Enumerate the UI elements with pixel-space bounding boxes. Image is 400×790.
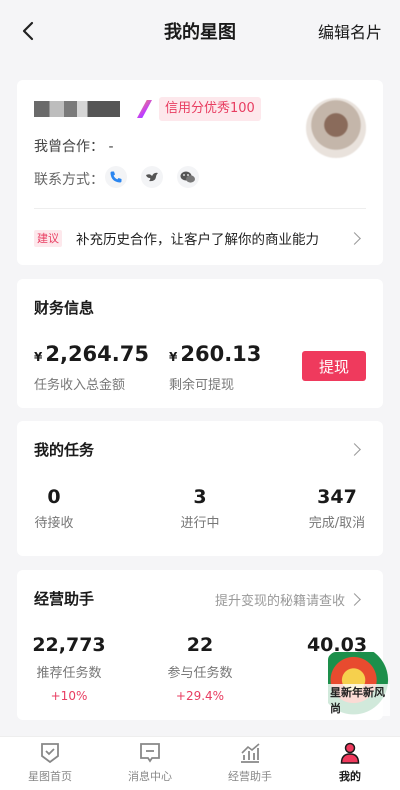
phone-icon[interactable] [105, 166, 127, 188]
tab-label: 星图首页 [28, 770, 72, 783]
stat-label: 完成/取消 [308, 516, 366, 531]
chevron-right-icon [348, 232, 361, 245]
stat-value: 3 [193, 486, 207, 508]
bottom-tab-bar: 星图首页 消息中心 经营助手 我的 [0, 736, 400, 790]
stat-value: 347 [317, 486, 357, 508]
task-stat-pending[interactable]: 0 待接收 [0, 486, 114, 531]
stat-label: 待接收 [34, 516, 74, 531]
currency-symbol: ¥ [34, 350, 43, 364]
tab-me[interactable]: 我的 [300, 741, 400, 784]
stat-change: +29.4% [175, 689, 225, 703]
shield-check-icon [41, 743, 59, 764]
tab-messages[interactable]: 消息中心 [100, 741, 200, 784]
blurred-username [34, 101, 120, 117]
contact-label: 联系方式： [34, 172, 104, 188]
business-hint-link[interactable]: 提升变现的秘籍请查收 [215, 590, 345, 609]
promo-badge-text: 星新年新风尚 [328, 684, 390, 716]
credit-score-badge[interactable]: 信用分优秀100 [159, 97, 261, 121]
tab-home[interactable]: 星图首页 [0, 741, 100, 784]
tab-label: 消息中心 [128, 770, 172, 783]
suggestion-tag: 建议 [34, 230, 62, 247]
message-icon [140, 743, 160, 763]
bird-icon[interactable] [141, 166, 163, 188]
tasks-title: 我的任务 [34, 441, 95, 459]
stat-value: 22 [186, 634, 214, 656]
biz-stat-recommended[interactable]: 22,773 推荐任务数 +10% [9, 634, 129, 703]
stat-change: +10% [50, 689, 88, 703]
remaining-label: 剩余可提现 [169, 378, 235, 393]
withdraw-button[interactable]: 提现 [302, 351, 366, 381]
stat-value: 0 [47, 486, 61, 508]
stat-value: 22,773 [32, 634, 106, 656]
top-bar: 我的星图 编辑名片 [0, 0, 400, 62]
total-income-value: ¥2,264.75 [34, 342, 149, 366]
stat-label: 进行中 [180, 516, 220, 531]
business-title: 经营助手 [34, 590, 95, 608]
biz-stat-participated[interactable]: 22 参与任务数 +29.4% [140, 634, 260, 703]
stat-label: 参与任务数 [167, 666, 233, 681]
tab-business[interactable]: 经营助手 [200, 741, 300, 784]
profile-card: 信用分优秀100 我曾合作： - 联系方式： 建议 补充历史合作，让客户了解你的… [17, 80, 383, 265]
tab-label: 经营助手 [228, 770, 272, 783]
stat-label: 推荐任务数 [36, 666, 102, 681]
task-stat-completed[interactable]: 347 完成/取消 [277, 486, 397, 531]
edit-card-button[interactable]: 编辑名片 [318, 19, 382, 43]
verified-icon [137, 100, 152, 118]
finance-card: 财务信息 ¥2,264.75 任务收入总金额 ¥260.13 剩余可提现 提现 [17, 279, 383, 408]
tab-label: 我的 [339, 770, 361, 783]
cooperation-label: 我曾合作： [34, 139, 104, 155]
suggestion-text: 补充历史合作，让客户了解你的商业能力 [76, 232, 319, 248]
remaining-value: ¥260.13 [169, 342, 262, 366]
wechat-icon[interactable] [177, 166, 199, 188]
tasks-card[interactable]: 我的任务 0 待接收 3 进行中 347 完成/取消 [17, 421, 383, 556]
divider [34, 208, 366, 209]
chevron-right-icon[interactable] [348, 443, 361, 456]
chevron-right-icon[interactable] [348, 593, 361, 606]
cooperation-value: - [108, 139, 114, 155]
floating-promo-badge[interactable]: 星新年新风尚 [328, 652, 392, 722]
task-stat-in-progress[interactable]: 3 进行中 [140, 486, 260, 531]
avatar[interactable] [306, 98, 366, 158]
currency-symbol: ¥ [169, 350, 178, 364]
cooperation-row: 我曾合作： - [34, 136, 114, 156]
chart-icon [241, 743, 260, 763]
finance-title: 财务信息 [34, 299, 95, 317]
total-income-label: 任务收入总金额 [34, 378, 126, 393]
person-icon [340, 742, 360, 764]
